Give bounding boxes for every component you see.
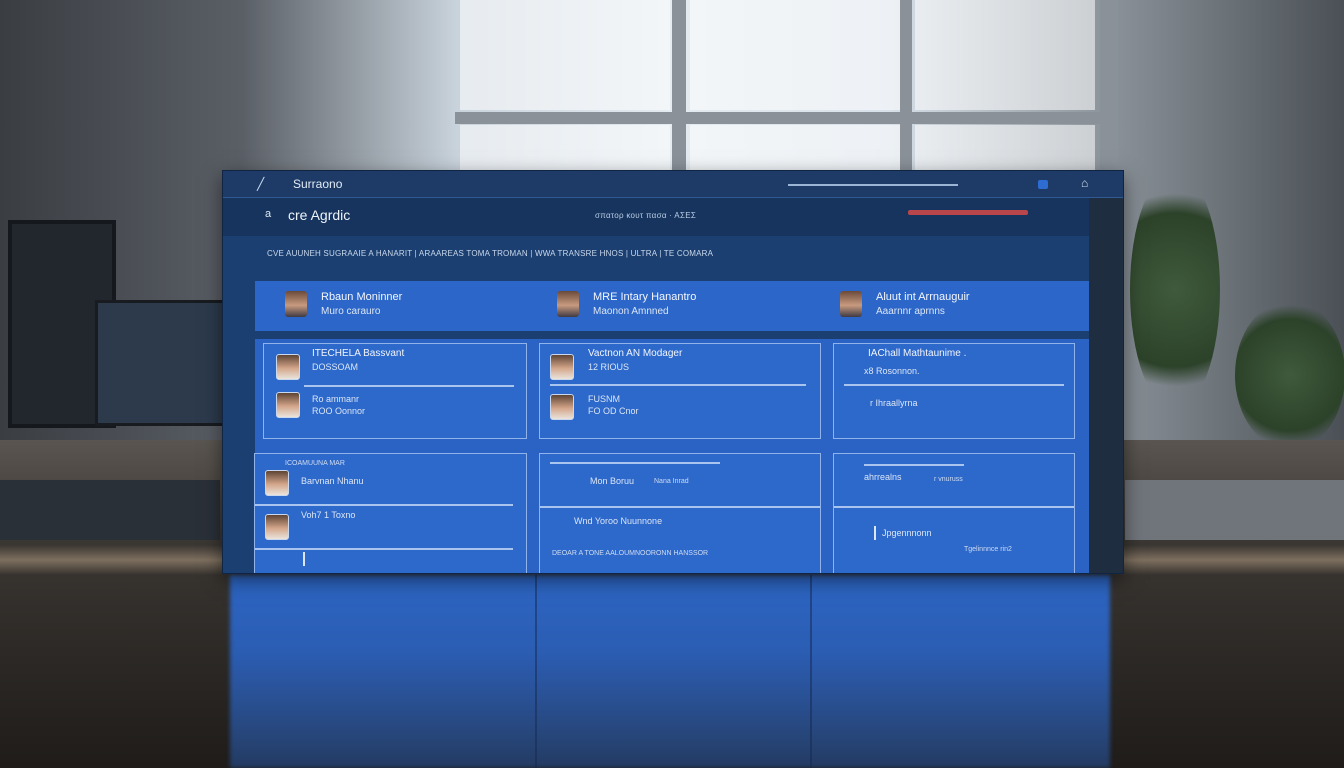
person-role: Muro carauro (321, 306, 381, 317)
card-subtitle: Barvnan Nhanu (301, 476, 364, 486)
card-row-title: Jpgennnonn (882, 528, 932, 538)
app-window: ╱ Surraono ⌂ a cre Agrdic σπατορ κουτ πα… (222, 170, 1124, 574)
card-row-title: Voh7 1 Toxno (301, 510, 356, 520)
divider (255, 548, 513, 550)
avatar (276, 392, 300, 418)
divider (540, 506, 820, 508)
divider (844, 384, 1064, 386)
card-title: Mon Boruu (590, 476, 635, 486)
app-header: a cre Agrdic σπατορ κουτ πασα · ΑΣΕΣ (223, 198, 1089, 236)
header-nav-links[interactable]: σπατορ κουτ πασα · ΑΣΕΣ (595, 211, 696, 220)
card-title: ahrrealns (864, 472, 902, 482)
team-card[interactable]: ICOAMUUNA MAR Barvnan Nhanu Voh7 1 Toxno (254, 453, 527, 573)
window-pane (915, 125, 1095, 170)
card-row-sub: DEOAR A TONE AALOUMNOORONN HANSSOR (552, 550, 709, 557)
card-row-title: r Ihraallyrna (870, 398, 918, 408)
divider (304, 385, 514, 387)
card-subtitle: Nana Inrad (654, 478, 689, 485)
person-role: Aaarnnr aprnns (876, 306, 945, 317)
window-pane (460, 125, 670, 170)
window-pane (690, 0, 900, 110)
person-name: Rbaun Moninner (321, 291, 403, 303)
team-card[interactable]: IAChall Mathtaunime . x8 Rosonnon. r Ihr… (833, 343, 1075, 439)
text-cursor (874, 526, 876, 540)
divider (255, 504, 513, 506)
divider (550, 384, 806, 386)
card-subtitle: 12 RIOUS (588, 362, 630, 372)
reflection-seam (535, 575, 537, 768)
team-card[interactable]: ahrrealns r vnuruss Jpgennnonn Tgelinnnc… (833, 453, 1075, 573)
screen-reflection (230, 575, 1110, 768)
avatar (265, 470, 289, 496)
text-cursor (303, 552, 305, 566)
close-icon[interactable]: ⌂ (1081, 176, 1088, 190)
plant (1235, 300, 1344, 450)
person-card[interactable]: MRE Intary Hanantro Maonon Amnned (557, 289, 817, 323)
avatar (265, 514, 289, 540)
divider (834, 506, 1074, 508)
card-grid: ITECHELA Bassvant DOSSOAM Ro ammanr ROO … (254, 339, 1089, 573)
card-subtitle: x8 Rosonnon. (864, 366, 920, 376)
card-subtitle: DOSSOAM (312, 362, 359, 372)
search-field[interactable] (788, 184, 958, 186)
card-row-sub: Tgelinnnce rin2 (964, 546, 1012, 553)
avatar (285, 291, 307, 317)
divider (550, 462, 720, 464)
card-title: Vactnon AN Modager (588, 348, 683, 359)
team-card[interactable]: Vactnon AN Modager 12 RIOUS FUSNM FO OD … (539, 343, 821, 439)
title-bar: ╱ Surraono ⌂ (223, 171, 1123, 198)
background-keyboard (0, 480, 220, 540)
person-card[interactable]: Rbaun Moninner Muro carauro (285, 289, 545, 323)
card-title: IAChall Mathtaunime . (868, 348, 967, 359)
window-pane (690, 125, 900, 170)
menu-icon[interactable]: a (265, 208, 271, 220)
status-indicator (1038, 180, 1048, 189)
background-monitor (95, 300, 226, 426)
background-device (1125, 480, 1344, 540)
right-scrollbar[interactable] (1089, 198, 1123, 573)
card-subtitle: r vnuruss (934, 476, 963, 483)
person-role: Maonon Amnned (593, 306, 669, 317)
card-row-sub: ROO Oonnor (312, 406, 366, 416)
card-row-title: FUSNM (588, 394, 620, 404)
team-card[interactable]: ITECHELA Bassvant DOSSOAM Ro ammanr ROO … (263, 343, 527, 439)
people-bar: Rbaun Moninner Muro carauro MRE Intary H… (255, 281, 1089, 331)
window-title: Surraono (293, 177, 343, 191)
card-row-sub: FO OD Cnor (588, 406, 639, 416)
avatar (550, 394, 574, 420)
person-name: MRE Intary Hanantro (593, 291, 697, 303)
avatar (557, 291, 579, 317)
reflection-seam (810, 575, 812, 768)
page-title: cre Agrdic (288, 207, 351, 223)
person-card[interactable]: Aluut int Arrnauguir Aaarnnr aprnns (840, 289, 1080, 323)
person-name: Aluut int Arrnauguir (876, 291, 970, 303)
avatar (840, 291, 862, 317)
breadcrumb[interactable]: CVE AUUNEH SUGRAAIE A HANARIT | ARAAREAS… (267, 249, 713, 258)
window-pane (460, 0, 670, 110)
notification-badge[interactable] (908, 210, 1028, 215)
card-row-title: Wnd Yoroo Nuunnone (574, 516, 663, 526)
plant (1130, 170, 1220, 410)
card-title: ITECHELA Bassvant (312, 348, 405, 359)
divider (864, 464, 964, 466)
team-card[interactable]: Mon Boruu Nana Inrad Wnd Yoroo Nuunnone … (539, 453, 821, 573)
window-frame (455, 112, 1105, 124)
pen-icon: ╱ (257, 177, 265, 191)
card-title: ICOAMUUNA MAR (285, 460, 345, 467)
avatar (550, 354, 574, 380)
avatar (276, 354, 300, 380)
card-row-title: Ro ammanr (312, 394, 360, 404)
window-pane (915, 0, 1095, 110)
